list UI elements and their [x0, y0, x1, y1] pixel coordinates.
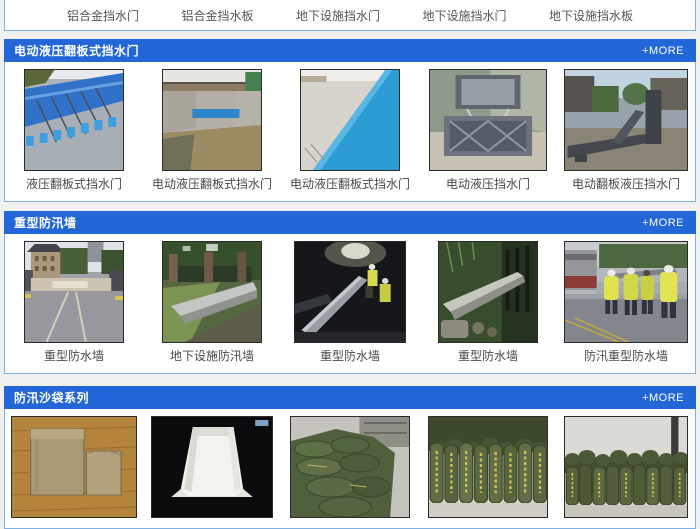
product-caption-link[interactable]: 铝合金挡水门: [67, 7, 139, 24]
product-caption-link[interactable]: 电动翻板液压挡水门: [572, 177, 680, 191]
section-sandbags: 防汛沙袋系列 +MORE: [4, 386, 696, 529]
section-header-bar: 防汛沙袋系列 +MORE: [4, 386, 696, 409]
section-title: 重型防汛墙: [14, 214, 77, 231]
section-header-bar: 重型防汛墙 +MORE: [4, 211, 696, 234]
section-title: 电动液压翻板式挡水门: [14, 42, 139, 59]
product-caption-link[interactable]: 重型防水墙: [458, 349, 518, 363]
product-item: [5, 416, 143, 518]
product-item: 电动液压翻板式挡水门: [281, 69, 419, 191]
product-photo-art: [295, 242, 405, 342]
blue-flap-gate-underside-photo[interactable]: [24, 69, 124, 171]
product-caption-link[interactable]: 防汛重型防水墙: [584, 349, 668, 363]
section-body: 重型防水墙: [4, 234, 696, 374]
product-item: 重型防水墙: [419, 241, 557, 363]
product-photo-art: [565, 417, 687, 517]
product-photo-art: [565, 70, 687, 170]
product-photo-art: [163, 70, 261, 170]
flap-gate-construction-site-photo[interactable]: [162, 69, 262, 171]
white-woven-sack-photo[interactable]: [151, 416, 273, 518]
product-item: [419, 416, 557, 518]
road-flood-wall-photo[interactable]: [24, 241, 124, 343]
product-caption-link[interactable]: 重型防水墙: [44, 349, 104, 363]
product-item: 液压翻板式挡水门: [5, 69, 143, 191]
section-header-bar: 电动液压翻板式挡水门 +MORE: [4, 39, 696, 62]
product-item: [557, 416, 695, 518]
lawn-flood-wall-photo[interactable]: [162, 241, 262, 343]
section-body: 液压翻板式挡水门: [4, 62, 696, 202]
section-title: 防汛沙袋系列: [14, 389, 89, 406]
blue-gate-panel-closeup-photo[interactable]: [300, 69, 400, 171]
steel-flap-gate-open-photo[interactable]: [429, 69, 547, 171]
canvas-sandbag-pair-photo[interactable]: [11, 416, 137, 518]
product-item: 重型防水墙: [281, 241, 419, 363]
product-caption-link[interactable]: 重型防水墙: [320, 349, 380, 363]
product-caption-link[interactable]: 电动液压挡水门: [446, 177, 530, 191]
product-item: 重型防水墙: [5, 241, 143, 363]
section-flood-walls: 重型防汛墙 +MORE: [4, 211, 696, 374]
product-caption-link[interactable]: 铝合金挡水板: [181, 7, 253, 24]
section-body: [4, 409, 696, 529]
more-link[interactable]: +MORE: [642, 45, 684, 57]
product-item: 电动液压翻板式挡水门: [143, 69, 281, 191]
product-item: 地下设施防汛墙: [143, 241, 281, 363]
product-caption-link[interactable]: 液压翻板式挡水门: [26, 177, 122, 191]
product-caption-link[interactable]: 地下设施防汛墙: [170, 349, 254, 363]
product-photo-art: [291, 417, 409, 517]
steel-gate-frame-yard-photo[interactable]: [564, 69, 688, 171]
product-photo-art: [12, 417, 136, 517]
workers-carrying-flood-barrier-photo[interactable]: [564, 241, 688, 343]
night-flood-wall-installation-photo[interactable]: [294, 241, 406, 343]
product-item: [281, 416, 419, 518]
product-item: 防汛重型防水墙: [557, 241, 695, 363]
product-caption-link[interactable]: 地下设施挡水板: [549, 7, 633, 24]
top-caption-strip: 铝合金挡水门 铝合金挡水板 地下设施挡水门 地下设施挡水门 地下设施挡水板: [4, 0, 696, 31]
more-link[interactable]: +MORE: [642, 217, 684, 229]
product-photo-art: [430, 70, 546, 170]
product-photo-art: [439, 242, 537, 342]
product-photo-art: [429, 417, 547, 517]
product-caption-link[interactable]: 电动液压翻板式挡水门: [290, 177, 410, 191]
green-sandbag-pile-photo[interactable]: [290, 416, 410, 518]
labeled-green-sandbags-photo[interactable]: [428, 416, 548, 518]
product-photo-art: [25, 242, 123, 342]
product-item: 电动翻板液压挡水门: [557, 69, 695, 191]
product-photo-art: [163, 242, 261, 342]
product-photo-art: [301, 70, 399, 170]
green-sandbag-row-photo[interactable]: [564, 416, 688, 518]
product-item: 电动液压挡水门: [419, 69, 557, 191]
product-caption-link[interactable]: 电动液压翻板式挡水门: [152, 177, 272, 191]
product-photo-art: [565, 242, 687, 342]
product-caption-link[interactable]: 地下设施挡水门: [422, 7, 506, 24]
product-photo-art: [152, 417, 272, 517]
product-photo-art: [25, 70, 123, 170]
section-flap-gates: 电动液压翻板式挡水门 +MORE: [4, 39, 696, 202]
catalog-page: 铝合金挡水门 铝合金挡水板 地下设施挡水门 地下设施挡水门 地下设施挡水板 电动…: [0, 0, 700, 529]
product-item: [143, 416, 281, 518]
product-caption-link[interactable]: 地下设施挡水门: [296, 7, 380, 24]
riverside-flood-wall-photo[interactable]: [438, 241, 538, 343]
more-link[interactable]: +MORE: [642, 392, 684, 404]
